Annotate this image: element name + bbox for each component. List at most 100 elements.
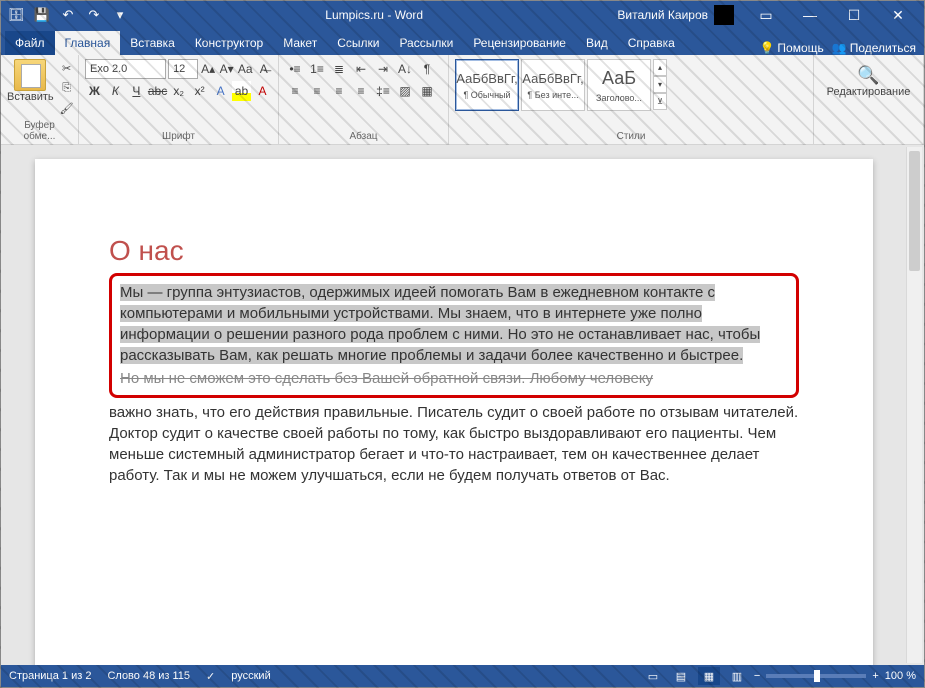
paste-button[interactable]: Вставить xyxy=(7,59,54,117)
body-text[interactable]: важно знать, что его действия правильные… xyxy=(109,402,799,486)
tab-view[interactable]: Вид xyxy=(576,31,618,55)
paste-icon xyxy=(14,59,46,91)
language[interactable]: русский xyxy=(231,670,270,682)
clear-format-button[interactable]: A̶ xyxy=(255,59,272,79)
style-name: Заголово... xyxy=(596,93,642,103)
subscript-button[interactable]: x₂ xyxy=(169,81,188,101)
autosave-icon[interactable]: 🗄 xyxy=(5,4,27,26)
word-count[interactable]: Слово 48 из 115 xyxy=(107,670,190,682)
style-preview: АаБбВвГг, xyxy=(522,71,583,86)
editing-label: Редактирование xyxy=(827,86,911,98)
italic-button[interactable]: К xyxy=(106,81,125,101)
share-icon: 👥 xyxy=(832,41,847,55)
minimize-button[interactable]: — xyxy=(788,1,832,29)
vertical-scrollbar[interactable] xyxy=(906,147,922,663)
superscript-button[interactable]: x² xyxy=(190,81,209,101)
increase-indent-button[interactable]: ⇥ xyxy=(373,59,393,79)
tab-references[interactable]: Ссылки xyxy=(327,31,389,55)
group-paragraph: •≡ 1≡ ≣ ⇤ ⇥ A↓ ¶ ≡ ≡ ≡ ≡ ‡≡ ▨ ▦ xyxy=(279,55,449,144)
lightbulb-icon: 💡 xyxy=(759,41,774,55)
tab-review[interactable]: Рецензирование xyxy=(463,31,576,55)
font-size-combo[interactable]: 12 xyxy=(168,59,198,79)
tab-mailings[interactable]: Рассылки xyxy=(389,31,463,55)
style-nospacing[interactable]: АаБбВвГг, ¶ Без инте... xyxy=(521,59,585,111)
show-marks-button[interactable]: ¶ xyxy=(417,59,437,79)
scrollbar-thumb[interactable] xyxy=(909,151,920,271)
save-icon[interactable]: 💾 xyxy=(31,4,53,26)
zoom-in-button[interactable]: + xyxy=(872,670,878,682)
font-name-combo[interactable]: Exo 2.0 xyxy=(85,59,166,79)
redo-icon[interactable]: ↷ xyxy=(83,4,105,26)
avatar[interactable] xyxy=(714,5,734,25)
divider-line-text: Но мы не сможем это сделать без Вашей об… xyxy=(120,368,788,389)
shading-button[interactable]: ▨ xyxy=(395,81,415,101)
document-area: О нас Мы — группа энтузиастов, одержимых… xyxy=(1,145,924,665)
selected-text[interactable]: Мы — группа энтузиастов, одержимых идеей… xyxy=(120,284,760,364)
title-bar: 🗄 💾 ↶ ↷ ▾ Lumpics.ru - Word Виталий Каир… xyxy=(1,1,924,29)
tab-home[interactable]: Главная xyxy=(55,31,121,55)
highlight-button[interactable]: ab xyxy=(232,81,251,101)
styles-down-button[interactable]: ▾ xyxy=(653,76,667,93)
styles-more-button[interactable]: ⊻ xyxy=(653,93,667,110)
format-painter-button[interactable]: 🖌 xyxy=(56,99,78,117)
tab-file[interactable]: Файл xyxy=(5,31,55,55)
decrease-indent-button[interactable]: ⇤ xyxy=(351,59,371,79)
tell-me-button[interactable]: 💡Помощь xyxy=(759,41,823,55)
close-button[interactable]: ✕ xyxy=(876,1,920,29)
web-layout-button[interactable]: ▥ xyxy=(726,667,748,685)
read-mode-button[interactable]: ▤ xyxy=(670,667,692,685)
share-label: Поделиться xyxy=(850,41,916,55)
tab-insert[interactable]: Вставка xyxy=(120,31,185,55)
print-layout-button[interactable]: ▦ xyxy=(698,667,720,685)
maximize-button[interactable]: ☐ xyxy=(832,1,876,29)
tab-help[interactable]: Справка xyxy=(618,31,685,55)
text-effects-button[interactable]: A xyxy=(211,81,230,101)
ribbon-options-icon[interactable]: ▭ xyxy=(744,1,788,29)
shrink-font-button[interactable]: A▾ xyxy=(218,59,235,79)
focus-mode-button[interactable]: ▭ xyxy=(642,667,664,685)
zoom-slider[interactable] xyxy=(766,674,866,678)
underline-button[interactable]: Ч xyxy=(127,81,146,101)
justify-button[interactable]: ≡ xyxy=(351,81,371,101)
bullets-button[interactable]: •≡ xyxy=(285,59,305,79)
selection-callout: Мы — группа энтузиастов, одержимых идеей… xyxy=(109,273,799,398)
align-right-button[interactable]: ≡ xyxy=(329,81,349,101)
align-center-button[interactable]: ≡ xyxy=(307,81,327,101)
borders-button[interactable]: ▦ xyxy=(417,81,437,101)
undo-icon[interactable]: ↶ xyxy=(57,4,79,26)
font-color-button[interactable]: A xyxy=(253,81,272,101)
user-name[interactable]: Виталий Каиров xyxy=(617,8,708,22)
group-clipboard: Вставить ✂ ⎘ 🖌 Буфер обме... xyxy=(1,55,79,144)
paste-label: Вставить xyxy=(7,91,54,103)
tab-layout[interactable]: Макет xyxy=(273,31,327,55)
share-button[interactable]: 👥Поделиться xyxy=(832,41,916,55)
qat-dropdown-icon[interactable]: ▾ xyxy=(109,4,131,26)
style-normal[interactable]: АаБбВвГг, ¶ Обычный xyxy=(455,59,519,111)
change-case-button[interactable]: Aa xyxy=(237,59,254,79)
grow-font-button[interactable]: A▴ xyxy=(200,59,217,79)
strike-button[interactable]: abc xyxy=(148,81,167,101)
style-heading1[interactable]: АаБ Заголово... xyxy=(587,59,651,111)
page[interactable]: О нас Мы — группа энтузиастов, одержимых… xyxy=(35,159,873,665)
zoom-level[interactable]: 100 % xyxy=(885,670,916,682)
numbering-button[interactable]: 1≡ xyxy=(307,59,327,79)
cut-button[interactable]: ✂ xyxy=(56,59,78,77)
page-count[interactable]: Страница 1 из 2 xyxy=(9,670,91,682)
styles-group-label: Стили xyxy=(455,131,807,142)
editing-button[interactable]: 🔍 Редактирование xyxy=(820,59,917,98)
style-name: ¶ Обычный xyxy=(463,90,510,100)
zoom-out-button[interactable]: − xyxy=(754,670,760,682)
line-spacing-button[interactable]: ‡≡ xyxy=(373,81,393,101)
tab-design[interactable]: Конструктор xyxy=(185,31,273,55)
copy-button[interactable]: ⎘ xyxy=(56,79,78,97)
tell-me-label: Помощь xyxy=(777,41,823,55)
group-styles: АаБбВвГг, ¶ Обычный АаБбВвГг, ¶ Без инте… xyxy=(449,55,814,144)
style-preview: АаБ xyxy=(602,68,636,89)
align-left-button[interactable]: ≡ xyxy=(285,81,305,101)
spellcheck-icon[interactable]: ✓ xyxy=(206,670,215,683)
bold-button[interactable]: Ж xyxy=(85,81,104,101)
window-title: Lumpics.ru - Word xyxy=(131,8,617,22)
sort-button[interactable]: A↓ xyxy=(395,59,415,79)
multilevel-button[interactable]: ≣ xyxy=(329,59,349,79)
styles-up-button[interactable]: ▴ xyxy=(653,59,667,76)
